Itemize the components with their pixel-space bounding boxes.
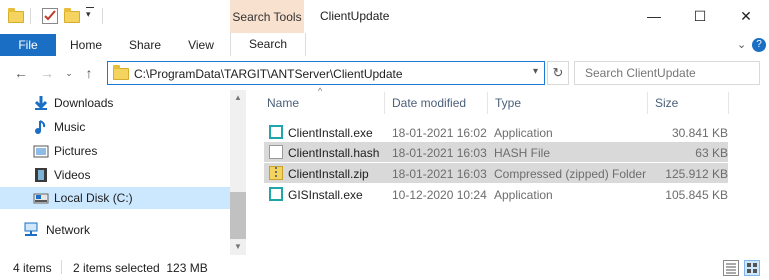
videos-icon [33,167,49,183]
file-type: Application [494,188,553,202]
file-size: 30.841 KB [671,126,728,140]
file-type: Compressed (zipped) Folder [494,167,647,181]
navigation-pane: Downloads Music Pictures Videos Local Di… [0,90,246,255]
search-tools-label: Search Tools [232,10,302,24]
column-header-size[interactable]: Size [655,96,678,110]
sidebar-item-downloads[interactable]: Downloads [0,92,230,114]
sidebar-item-label: Music [54,120,86,134]
search-box[interactable] [574,61,760,85]
title-bar: ▾ Search Tools ClientUpdate — ☐ ✕ [0,0,769,34]
sidebar-item-label: Downloads [54,96,114,110]
column-divider[interactable] [384,92,385,114]
file-row[interactable]: ClientInstall.exe 18-01-2021 16:02 Appli… [264,122,728,142]
drive-icon [33,190,49,206]
tab-search[interactable]: Search [230,33,306,56]
chevron-down-icon[interactable]: ⌄ [737,34,746,56]
close-button[interactable]: ✕ [723,4,769,28]
tab-share[interactable]: Share [122,34,168,56]
search-input[interactable] [575,62,759,84]
maximize-button[interactable]: ☐ [677,4,723,28]
separator [102,8,103,24]
pictures-icon [33,143,49,159]
scroll-down-icon[interactable]: ▼ [230,239,246,255]
customize-toolbar-bar [86,7,94,8]
file-date: 18-01-2021 16:03 [392,146,487,160]
file-list: Name ^ Date modified Type Size ClientIns… [246,86,769,255]
column-divider[interactable] [728,92,729,114]
file-date: 10-12-2020 10:24 [392,188,487,202]
music-icon [33,119,49,135]
sidebar-item-videos[interactable]: Videos [0,164,230,186]
file-date: 18-01-2021 16:03 [392,167,487,181]
up-arrow-icon[interactable]: ↑ [80,64,98,82]
selection-info: 2 items selected 123 MB [73,261,208,275]
separator [61,260,62,274]
forward-arrow-icon[interactable]: → [38,64,56,82]
folder-icon [113,65,129,80]
sidebar-item-local-disk[interactable]: Local Disk (C:) [0,187,230,209]
refresh-button[interactable]: ↻ [547,61,569,85]
customize-toolbar-icon[interactable]: ▾ [86,9,91,20]
file-icon [269,145,283,159]
folder-icon[interactable] [8,8,24,23]
sort-ascending-icon: ^ [318,86,323,96]
sidebar-item-label: Pictures [54,144,98,158]
item-count: 4 items [13,261,52,275]
sidebar-item-pictures[interactable]: Pictures [0,140,230,162]
file-type: HASH File [494,146,551,160]
file-size: 105.845 KB [665,188,728,202]
exe-icon [269,125,283,139]
file-row[interactable]: ClientInstall.zip 18-01-2021 16:03 Compr… [264,163,728,183]
network-icon [22,222,38,238]
address-bar[interactable]: C:\ProgramData\TARGIT\ANTServer\ClientUp… [107,61,545,85]
file-name: ClientInstall.hash [288,146,380,160]
tab-home[interactable]: Home [63,34,109,56]
file-type: Application [494,126,553,140]
minimize-button[interactable]: — [631,4,677,28]
column-header-type[interactable]: Type [495,96,521,110]
tab-view[interactable]: View [178,34,224,56]
scrollbar-thumb[interactable] [230,192,246,239]
sidebar-item-label: Videos [54,168,91,182]
sidebar-item-label: Local Disk (C:) [54,191,133,205]
address-path[interactable]: C:\ProgramData\TARGIT\ANTServer\ClientUp… [134,67,403,81]
scroll-up-icon[interactable]: ▲ [230,90,246,106]
file-size: 125.912 KB [665,167,728,181]
status-bar: 4 items 2 items selected 123 MB [0,255,769,280]
tab-file[interactable]: File [0,34,56,56]
details-view-icon[interactable] [723,260,739,276]
exe-icon [269,187,283,201]
file-name: GISInstall.exe [288,188,363,202]
file-date: 18-01-2021 16:02 [392,126,487,140]
separator [30,8,31,24]
search-tools-contextual-tab: Search Tools [230,0,304,34]
file-name: ClientInstall.exe [288,126,373,140]
column-divider[interactable] [487,92,488,114]
file-size: 63 KB [695,146,728,160]
large-icons-view-icon[interactable] [744,260,760,276]
address-row: ← → ⌄ ↑ C:\ProgramData\TARGIT\ANTServer\… [0,56,769,90]
download-icon [33,95,49,111]
sidebar-item-network[interactable]: Network [0,219,230,241]
ribbon-tabs: File Home Share View Search ⌄ ? [0,33,769,57]
column-divider[interactable] [647,92,648,114]
help-icon[interactable]: ? [752,38,766,52]
recent-locations-icon[interactable]: ⌄ [60,64,78,82]
sidebar-item-label: Network [46,223,91,237]
sidebar-item-music[interactable]: Music [0,116,230,138]
back-arrow-icon[interactable]: ← [12,64,30,82]
new-folder-icon[interactable] [64,8,80,23]
file-name: ClientInstall.zip [288,167,369,181]
chevron-down-icon[interactable]: ▾ [533,66,538,77]
column-header-date[interactable]: Date modified [392,96,466,110]
zip-icon [269,166,283,180]
file-row[interactable]: GISInstall.exe 10-12-2020 10:24 Applicat… [264,184,728,204]
file-row[interactable]: ClientInstall.hash 18-01-2021 16:03 HASH… [264,142,728,162]
window-title: ClientUpdate [320,9,390,23]
properties-icon[interactable] [42,8,58,24]
column-header-name[interactable]: Name [267,96,299,110]
